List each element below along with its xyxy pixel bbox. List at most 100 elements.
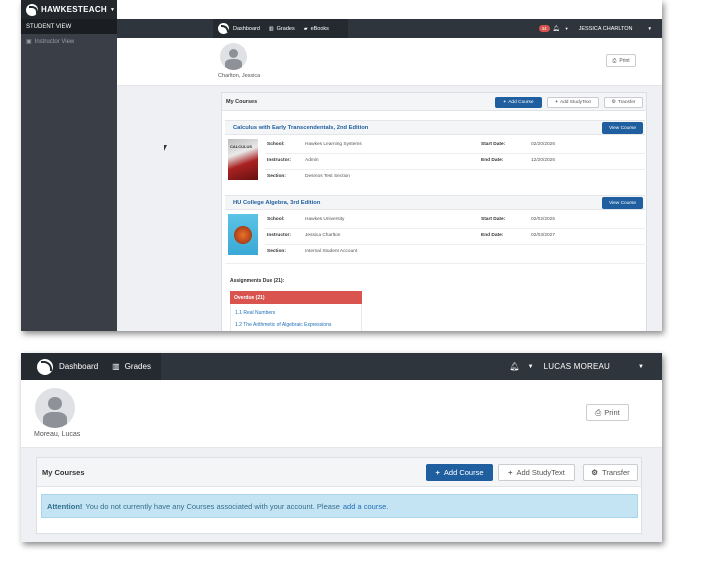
user-menu[interactable]: JESSICA CHARLTON [579,26,633,32]
course-cover-image [228,214,258,255]
nav-dashboard[interactable]: Dashboard [233,26,260,32]
sidebar: HAWKESTEACH ▼ STUDENT VIEW ▣ Instructor … [21,0,117,331]
end-date-value: 12/20/2026 [531,158,556,163]
gear-icon: ⚙ [591,468,599,477]
nav-dashboard-label: Dashboard [233,25,260,32]
add-course-button[interactable]: + Add Course [426,464,493,481]
nav-grades[interactable]: ▥ Grades [269,26,295,32]
avatar-body [225,59,242,70]
no-courses-alert: Attention! You do not currently have any… [41,494,638,518]
plus-icon: + [555,100,558,105]
user-menu[interactable]: LUCAS MOREAU [544,362,610,371]
alert-text: You do not currently have any Courses as… [85,501,340,511]
brand-menu[interactable]: HAWKESTEACH ▼ [21,0,117,19]
my-courses-panel: My Courses + Add Course + Add StudyText … [36,457,642,534]
nav-user-area: 🔔︎ ▼ LUCAS MOREAU ▼ [510,353,644,380]
plus-icon: + [435,468,440,477]
divider [265,169,645,170]
nav-links: Dashboard ▥ Grades ▰ eBooks [218,19,338,38]
add-studytext-button[interactable]: + Add StudyText [547,97,599,108]
overdue-assignment-link[interactable]: 1.1 Real Numbers [235,310,275,316]
transfer-label: Transfer [617,100,636,105]
nav-dashboard-label: Dashboard [59,362,99,371]
logo-icon[interactable] [37,358,53,375]
avatar [220,43,247,70]
section-value: Desmos Test Section [305,174,350,179]
grades-icon: ▥ [268,25,274,32]
chevron-down-icon[interactable]: ▼ [565,26,569,31]
avatar-head [228,48,239,59]
my-courses-title: My Courses [226,99,258,105]
school-value: Hawkes University [305,217,345,222]
view-course-button[interactable]: View Course [602,122,643,134]
nav-dashboard[interactable]: Dashboard [59,362,98,371]
sidebar-item-instructor-view[interactable]: ▣ Instructor View [21,34,117,49]
profile-header: Charlton, Jessica ⎙ Print [117,38,662,86]
bell-icon[interactable]: 🔔︎ [510,362,520,371]
navbar: Dashboard ▥ Grades ▰ eBooks 44 🔔︎ ▼ JESS… [117,19,662,38]
profile-header: Moreau, Lucas ⎙ Print [21,380,662,448]
avatar [35,388,75,428]
nav-user-area: 44 🔔︎ ▼ JESSICA CHARLTON ▼ [538,19,652,38]
course-cover-image [228,139,258,180]
overdue-header[interactable]: Overdue (21) [230,291,362,304]
instructor-label: Instructor: [267,158,291,163]
add-studytext-button[interactable]: + Add StudyText [498,464,575,481]
screenshot-student-view: Dashboard ▥ Grades 🔔︎ ▼ LUCAS MOREAU ▼ M… [21,353,662,542]
chevron-down-icon[interactable]: ▼ [528,364,534,370]
avatar-body [43,412,67,428]
overdue-assignment-link[interactable]: 1.2 The Arithmetic of Algebraic Expressi… [235,322,331,328]
ebooks-icon: ▰ [303,25,308,32]
my-courses-panel: My Courses + Add Course + Add StudyText … [221,92,647,331]
add-course-link[interactable]: add a course. [343,502,388,511]
print-label: Print [619,57,630,64]
add-course-label: Add Course [508,100,534,105]
course-title-link[interactable]: Calculus with Early Transcendentals, 2nd… [233,125,368,131]
my-courses-title: My Courses [42,468,85,477]
instructor-icon: ▣ [26,39,32,45]
add-course-button[interactable]: + Add Course [495,97,542,108]
bell-icon[interactable]: 🔔︎ [553,26,560,32]
divider [265,244,645,245]
chevron-down-icon[interactable]: ▼ [648,26,652,31]
mouse-cursor [164,145,167,151]
section-label: Section: [267,174,286,179]
course-header: Calculus with Early Transcendentals, 2nd… [225,120,645,135]
print-icon: ⎙ [595,407,602,417]
profile-name: Moreau, Lucas [34,431,81,438]
course-title-link[interactable]: HU College Algebra, 3rd Edition [233,200,320,206]
print-icon: ⎙ [612,57,617,64]
course-header: HU College Algebra, 3rd Edition View Cou… [225,195,645,210]
grades-icon: ▥ [112,362,120,371]
alert-strong: Attention! [47,501,83,511]
end-date-label: End Date: [481,158,504,163]
print-button[interactable]: ⎙ Print [606,54,636,67]
nav-grades[interactable]: ▥ Grades [112,362,151,371]
chevron-down-icon[interactable]: ▼ [638,364,644,370]
instructor-label: Instructor: [267,233,291,238]
end-date-value: 02/03/2027 [531,233,556,238]
print-label: Print [604,408,620,417]
navbar: Dashboard ▥ Grades 🔔︎ ▼ LUCAS MOREAU ▼ [21,353,662,380]
transfer-button[interactable]: ⚙ Transfer [604,97,643,108]
instructor-value: Jessica Charlton [305,233,341,238]
gear-icon: ⚙ [611,100,616,105]
sidebar-item-student-view[interactable]: STUDENT VIEW [21,19,117,34]
print-button[interactable]: ⎙ Print [586,404,629,421]
start-date-value: 02/02/2026 [531,217,556,222]
instructor-value: Admin [305,158,319,163]
avatar-head [48,396,62,411]
school-label: School: [267,217,285,222]
logo-icon[interactable] [218,23,229,34]
nav-ebooks-label: eBooks [310,25,329,32]
assignments-due-heading: Assignments Due (21): [230,278,285,284]
notification-badge[interactable]: 44 [538,25,550,32]
view-course-button[interactable]: View Course [602,197,643,209]
main-content: My Courses + Add Course + Add StudyText … [21,448,662,542]
my-courses-header: My Courses + Add Course + Add StudyText … [222,93,646,111]
divider [265,228,645,229]
nav-ebooks[interactable]: ▰ eBooks [304,26,329,32]
transfer-button[interactable]: ⚙ Transfer [583,464,638,481]
add-course-label: Add Course [443,468,484,477]
logo-icon [26,3,38,16]
